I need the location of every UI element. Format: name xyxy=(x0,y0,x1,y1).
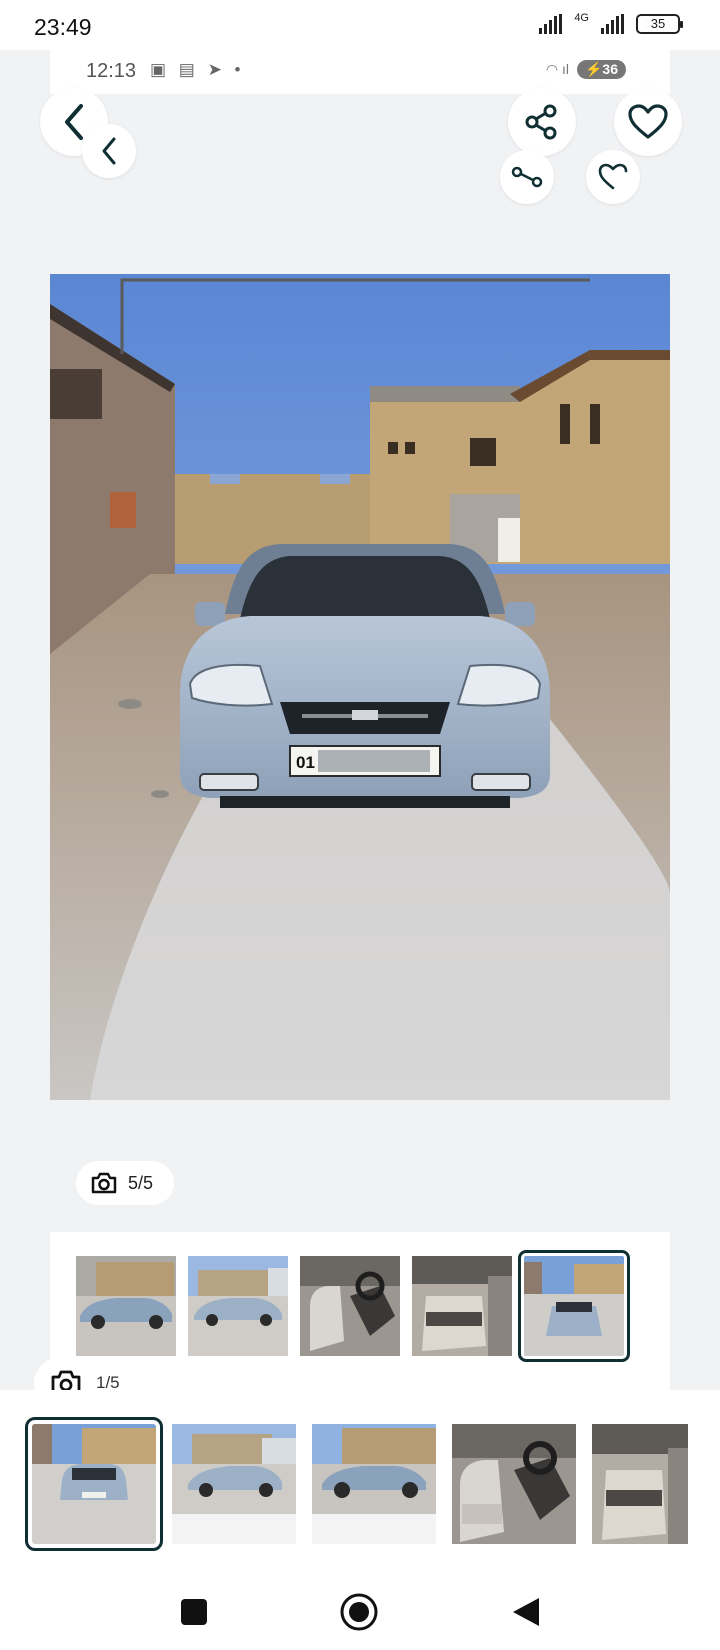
bottom-thumbnail[interactable] xyxy=(452,1424,576,1544)
heart-icon xyxy=(628,104,668,139)
share-button-2[interactable] xyxy=(500,150,554,204)
triangle-back-icon xyxy=(513,1598,539,1626)
status-time: 23:49 xyxy=(34,14,92,40)
favorite-button-2[interactable] xyxy=(586,150,640,204)
signal-icon xyxy=(539,14,563,34)
inner-status-bar: 12:13 ▣ ▤ ➤ • ◠ ıl ⚡36 xyxy=(50,50,670,94)
favorite-button[interactable] xyxy=(614,88,682,156)
photo-counter-label: 5/5 xyxy=(128,1172,154,1193)
bottom-thumbnail[interactable] xyxy=(592,1424,688,1544)
thumbnail-item[interactable] xyxy=(412,1256,512,1356)
thumbnail-item[interactable] xyxy=(188,1256,288,1356)
inner-status-time: 12:13 xyxy=(86,60,137,82)
battery-level: 35 xyxy=(636,14,683,34)
home-button[interactable] xyxy=(339,1592,379,1632)
bottom-thumbnail-active[interactable] xyxy=(25,1417,163,1551)
inner-navigation-bar xyxy=(50,1380,670,1390)
app-screen: 12:13 ▣ ▤ ➤ • ◠ ıl ⚡36 01 5/5 1/5 xyxy=(0,50,720,1390)
plate-text: 01 xyxy=(296,753,315,772)
wifi-icon: ◠ ıl xyxy=(545,61,569,77)
bottom-thumbnail[interactable] xyxy=(172,1424,296,1544)
signal-icon-2 xyxy=(601,14,624,34)
bottom-thumbnail-strip xyxy=(0,1390,720,1570)
share-icon xyxy=(511,166,543,188)
thumbnail-strip xyxy=(50,1232,670,1390)
share-button[interactable] xyxy=(508,88,576,156)
heart-icon xyxy=(598,163,628,190)
share-icon xyxy=(525,104,557,140)
thumbnail-item[interactable] xyxy=(300,1256,400,1356)
network-type: 4G xyxy=(574,12,589,24)
back-system-button[interactable] xyxy=(506,1592,546,1632)
status-bar: 23:49 4G 35 xyxy=(0,0,720,50)
back-icon xyxy=(102,137,116,165)
recents-button[interactable] xyxy=(174,1592,214,1632)
main-car-photo[interactable]: 01 xyxy=(50,274,670,1100)
thumbnail-item-active[interactable] xyxy=(518,1250,630,1362)
back-icon xyxy=(65,104,83,140)
system-navigation-bar xyxy=(0,1570,720,1650)
camera-icon xyxy=(91,1172,117,1194)
thumbnail-item[interactable] xyxy=(76,1256,176,1356)
battery-badge: ⚡36 xyxy=(576,60,626,79)
back-button-2[interactable] xyxy=(82,124,136,178)
square-icon xyxy=(181,1599,207,1625)
photo-counter: 5/5 xyxy=(76,1161,174,1205)
bottom-thumbnail[interactable] xyxy=(312,1424,436,1544)
notification-icons: ▣ ▤ ➤ • xyxy=(150,60,245,79)
home-circle-icon xyxy=(340,1593,378,1631)
